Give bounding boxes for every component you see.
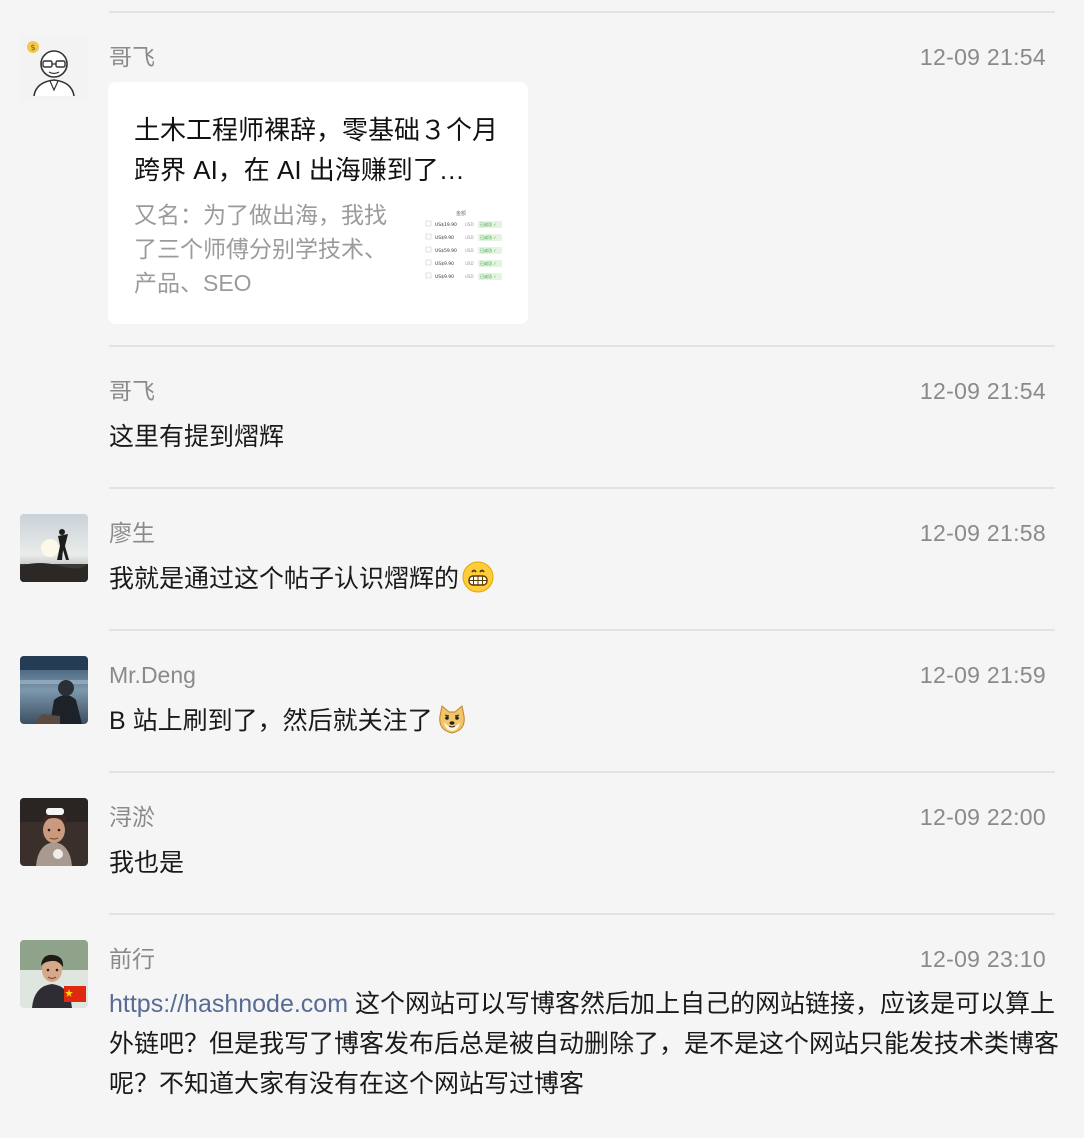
thumb-status: 已成功 ✓	[480, 221, 497, 227]
article-title: 土木工程师裸辞，零基础３个月跨界 AI，在 AI 出海赚到了…	[134, 115, 499, 185]
sender-name: 廖生	[109, 520, 155, 546]
message-time: 12-09 21:58	[919, 520, 1046, 546]
thumb-status: 已成功 ✓	[480, 247, 497, 253]
message-text: https://hashnode.com 这个网站可以写博客然后加上自己的网站链…	[109, 984, 1059, 1104]
avatar[interactable]	[20, 940, 88, 1008]
avatar[interactable]	[20, 798, 88, 866]
message-divider	[109, 487, 1055, 489]
message-divider	[109, 771, 1055, 773]
message-time: 12-09 23:10	[919, 946, 1046, 972]
sender-name: Mr.Deng	[109, 662, 196, 688]
message-divider	[109, 913, 1055, 915]
message-text: 我也是	[109, 849, 185, 877]
thumb-status: 已成功 ✓	[480, 260, 497, 266]
message-time: 12-09 21:59	[919, 662, 1046, 688]
thumb-currency: USD	[465, 261, 474, 266]
thumb-status: 已成功 ✓	[480, 234, 497, 240]
thumb-currency: USD	[465, 248, 474, 253]
thumb-currency: USD	[465, 235, 474, 240]
message-time: 12-09 21:54	[919, 44, 1046, 70]
message-time: 12-09 22:00	[919, 804, 1046, 830]
article-card[interactable]: 土木工程师裸辞，零基础３个月跨界 AI，在 AI 出海赚到了… 又名：为了做出海…	[108, 82, 528, 324]
thumb-header: 金额	[456, 210, 466, 217]
chat-history: $ 哥飞 12-09 21:54 土木工程师裸辞，零基础３个月跨界 AI，在 A…	[0, 0, 1084, 1138]
message-text-content: B 站上刷到了，然后就关注了	[109, 707, 433, 735]
message-text: 我就是通过这个帖子认识熠辉的	[109, 559, 495, 606]
avatar[interactable]: $	[20, 34, 88, 102]
avatar[interactable]	[20, 656, 88, 724]
message-divider	[109, 345, 1055, 347]
thumb-status: 已成功 ✓	[480, 273, 497, 279]
message-text: 这里有提到熠辉	[109, 423, 285, 451]
sender-name: 哥飞	[109, 378, 155, 404]
thumb-amount: US$9.90	[435, 274, 454, 280]
thumb-currency: USD	[465, 274, 474, 279]
grin-emoji	[461, 560, 495, 606]
message-divider	[109, 11, 1055, 13]
avatar[interactable]	[20, 514, 88, 582]
message-time: 12-09 21:54	[919, 378, 1046, 404]
thumb-amount: US$9.90	[435, 261, 454, 267]
sender-name: 哥飞	[109, 44, 155, 70]
article-thumbnail: 金额 US$19.90 USD 已成功 ✓ US$9.90 USD 已成功 ✓ US$59.…	[422, 206, 506, 286]
message-text-content: 我就是通过这个帖子认识熠辉的	[109, 565, 460, 593]
sender-name: 浔淤	[109, 804, 155, 830]
svg-text:$: $	[30, 43, 35, 52]
thumb-currency: USD	[465, 222, 474, 227]
sender-name: 前行	[109, 946, 155, 972]
message-link[interactable]: https://hashnode.com	[109, 990, 348, 1018]
thumb-amount: US$19.90	[435, 222, 457, 228]
message-text: B 站上刷到了，然后就关注了	[109, 701, 469, 748]
thumb-amount: US$9.90	[435, 235, 454, 241]
doge-emoji	[435, 702, 469, 748]
thumb-amount: US$59.90	[435, 248, 457, 254]
message-divider	[109, 629, 1055, 631]
article-description: 又名：为了做出海，我找了三个师傅分别学技术、产品、SEO	[134, 202, 387, 296]
